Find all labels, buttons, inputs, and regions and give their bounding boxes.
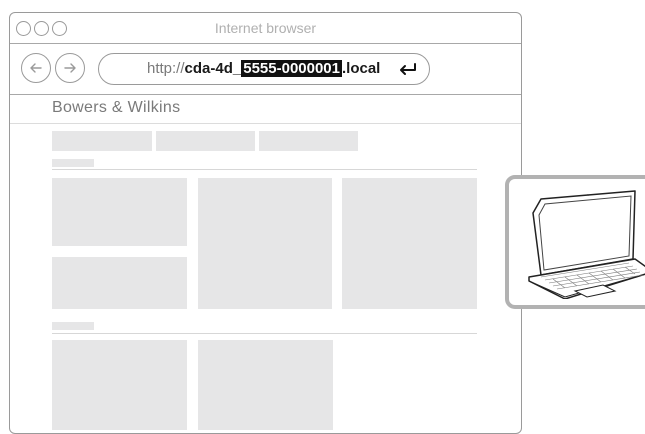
navigation-bar: http://cda-4d_ 5555-0000001 .local [10, 44, 521, 95]
device-panel [505, 175, 645, 309]
nav-placeholder-1 [52, 131, 152, 151]
section-heading-placeholder [52, 159, 94, 167]
section-divider [52, 333, 477, 334]
url-host-prefix: cda-4d_ [184, 60, 242, 77]
back-button[interactable] [21, 53, 51, 83]
forward-arrow-icon [64, 63, 76, 73]
content-placeholder [52, 257, 187, 309]
content-placeholder [52, 178, 187, 246]
forward-button[interactable] [55, 53, 85, 83]
site-header: Bowers & Wilkins [10, 95, 521, 124]
url-scheme: http:// [147, 60, 185, 77]
content-placeholder [342, 178, 477, 309]
address-bar[interactable]: http://cda-4d_ 5555-0000001 .local [98, 53, 430, 85]
laptop-icon [528, 190, 645, 299]
section-divider [52, 169, 477, 170]
enter-return-icon[interactable] [397, 62, 419, 76]
url-serial-highlight: 5555-0000001 [241, 60, 342, 77]
content-placeholder [198, 178, 332, 309]
nav-placeholder-2 [156, 131, 255, 151]
back-arrow-icon [30, 63, 42, 73]
content-placeholder [198, 340, 333, 430]
window-title: Internet browser [214, 20, 317, 36]
section-heading-placeholder [52, 322, 94, 330]
url-text: http://cda-4d_ 5555-0000001 .local [147, 60, 380, 77]
brand-logo: Bowers & Wilkins [52, 99, 181, 116]
url-suffix: .local [342, 60, 381, 77]
title-bar: Internet browser [10, 13, 521, 44]
content-placeholder [52, 340, 187, 430]
nav-placeholder-3 [259, 131, 358, 151]
browser-window: Internet browser http://cda-4d_ 5555-0000… [9, 12, 522, 434]
